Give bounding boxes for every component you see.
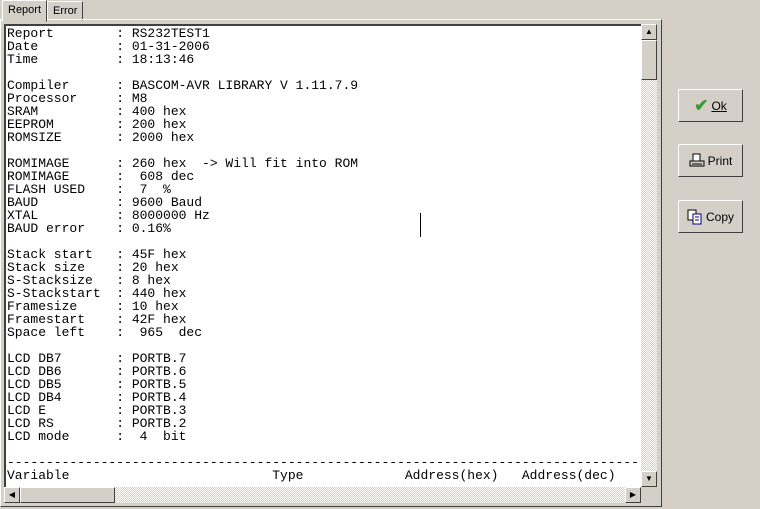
printer-icon xyxy=(689,153,705,166)
tab-error[interactable]: Error xyxy=(47,1,84,21)
print-button[interactable]: Print xyxy=(678,144,743,177)
report-text: Report : RS232TEST1 Date : 01-31-2006 Time… xyxy=(6,26,641,482)
report-line: ROMSIZE : 2000 hex xyxy=(7,130,195,145)
report-text-area[interactable]: Report : RS232TEST1 Date : 01-31-2006 Time… xyxy=(4,24,641,487)
horizontal-scrollbar[interactable]: ◀ ▶ xyxy=(4,487,641,503)
ok-label: Ok xyxy=(711,98,727,113)
text-cursor-ibeam xyxy=(420,213,421,237)
horizontal-scroll-thumb[interactable] xyxy=(20,487,115,503)
report-line: LCD mode : 4 bit xyxy=(7,429,187,444)
copy-icon xyxy=(687,209,702,224)
ok-button[interactable]: ✔ Ok xyxy=(678,89,743,122)
scroll-left-button[interactable]: ◀ xyxy=(4,487,20,503)
scroll-up-button[interactable]: ▲ xyxy=(641,24,657,40)
tab-label: Error xyxy=(53,5,78,17)
report-line: BAUD error : 0.16% xyxy=(7,221,171,236)
print-label: Print xyxy=(707,153,733,168)
vertical-scrollbar[interactable]: ▲ ▼ xyxy=(641,24,657,487)
copy-button[interactable]: Copy xyxy=(678,200,743,233)
tab-report[interactable]: Report xyxy=(2,0,48,22)
copy-label: Copy xyxy=(705,209,734,224)
report-line: Time : 18:13:46 xyxy=(7,52,195,67)
vertical-scroll-thumb[interactable] xyxy=(641,40,657,80)
report-line: Space left : 965 dec xyxy=(7,325,203,340)
scroll-down-button[interactable]: ▼ xyxy=(641,471,657,487)
report-line: Variable Type Address(hex) Address(dec) xyxy=(7,468,616,483)
scroll-right-button[interactable]: ▶ xyxy=(625,487,641,503)
checkmark-icon: ✔ xyxy=(694,95,709,115)
tab-label: Report xyxy=(8,4,42,16)
